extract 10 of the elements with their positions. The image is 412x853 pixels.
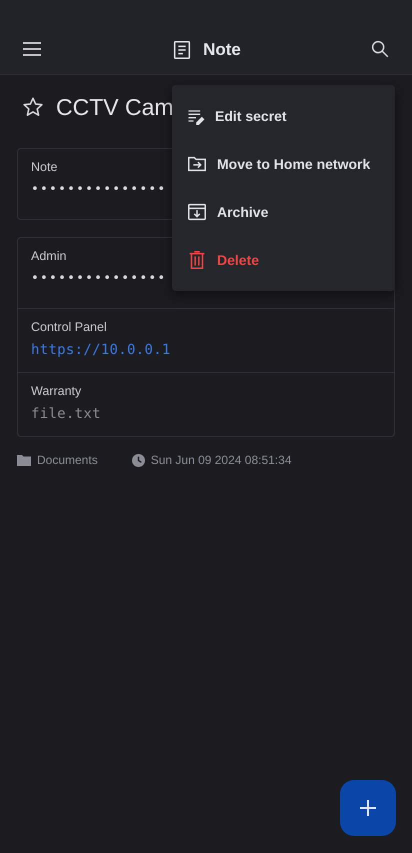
field-label: Warranty xyxy=(31,384,82,398)
folder-name: Documents xyxy=(37,453,98,467)
field-label: Admin xyxy=(31,249,66,263)
modified-date: Sun Jun 09 2024 08:51:34 xyxy=(150,453,292,467)
app-bar-title: Note xyxy=(203,40,241,60)
field-label: Control Panel xyxy=(31,320,107,334)
field-label: Note xyxy=(31,160,58,174)
masked-value: ••••••••••••••• xyxy=(31,182,166,197)
item-title: CCTV Cam xyxy=(56,94,174,120)
masked-value: ••••••••••••••• xyxy=(31,271,166,286)
